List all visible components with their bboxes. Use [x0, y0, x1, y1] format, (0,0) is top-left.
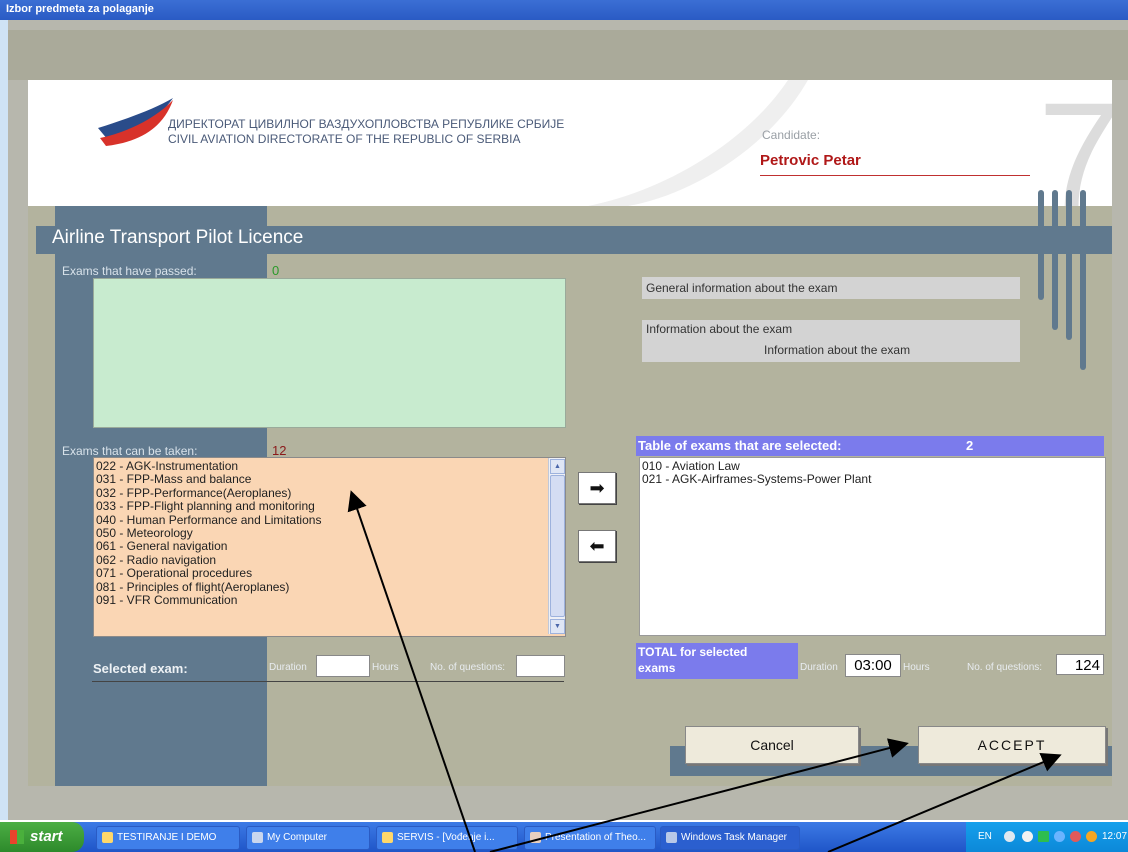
- accept-button[interactable]: ACCEPT: [918, 726, 1106, 764]
- selected-count: 2: [966, 438, 974, 453]
- selected-exam-item[interactable]: 010 - Aviation Law: [642, 459, 871, 473]
- total-label-line2: exams: [638, 661, 676, 675]
- decorative-bars: [1038, 190, 1086, 370]
- total-duration-field: 03:00: [845, 654, 901, 677]
- taskbar-item-presentation[interactable]: Presentation of Theo...: [524, 826, 656, 850]
- language-indicator[interactable]: EN: [978, 831, 992, 842]
- exam-info-value: Information about the exam: [764, 343, 911, 357]
- selected-exams-list[interactable]: 010 - Aviation Law 021 - AGK-Airframes-Sy…: [639, 457, 1106, 636]
- tray-status-icon[interactable]: [1038, 831, 1049, 842]
- selected-exam-label: Selected exam:: [93, 661, 188, 676]
- general-info-panel: General information about the exam: [642, 277, 1020, 299]
- app-icon: [382, 832, 393, 843]
- taskbar-item-testiranje[interactable]: TESTIRANJE I DEMO: [96, 826, 240, 850]
- computer-icon: [252, 832, 263, 843]
- tray-security-icon[interactable]: [1070, 831, 1081, 842]
- clock: 12:07: [1102, 831, 1128, 842]
- total-questions-label: No. of questions:: [967, 662, 1043, 673]
- selected-duration-field[interactable]: [316, 655, 370, 677]
- questions-label: No. of questions:: [430, 662, 506, 673]
- total-hours-label: Hours: [903, 662, 930, 673]
- org-name-cyrillic: ДИРЕКТОРАТ ЦИВИЛНОГ ВАЗДУХОПЛОВСТВА РЕПУ…: [168, 117, 565, 131]
- big-digit: 7: [1038, 80, 1112, 206]
- folder-icon: [102, 832, 113, 843]
- total-label-line1: TOTAL for selected: [638, 645, 748, 659]
- system-tray: EN 12:07: [966, 822, 1128, 852]
- header-banner: ДИРЕКТОРАТ ЦИВИЛНОГ ВАЗДУХОПЛОВСТВА РЕПУ…: [28, 80, 1112, 206]
- taskbar-item-task-manager[interactable]: Windows Task Manager: [660, 826, 800, 850]
- general-info-text: General information about the exam: [646, 281, 838, 295]
- start-button[interactable]: start: [0, 822, 84, 852]
- available-exam-item[interactable]: 032 - FPP-Performance(Aeroplanes): [96, 486, 321, 500]
- cancel-button[interactable]: Cancel: [685, 726, 859, 764]
- add-exam-button[interactable]: ➡: [578, 472, 616, 504]
- window-title: Izbor predmeta za polaganje: [6, 3, 154, 15]
- total-duration-label: Duration: [800, 662, 838, 673]
- arrow-right-icon: ➡: [589, 478, 605, 498]
- tray-shield-icon[interactable]: [1022, 831, 1033, 842]
- candidate-label: Candidate:: [762, 128, 821, 142]
- candidate-underline: [760, 175, 1030, 176]
- total-label-box: TOTAL for selected exams: [636, 643, 798, 679]
- available-count: 12: [272, 443, 287, 458]
- window-left-border: [0, 20, 8, 820]
- tray-network-icon[interactable]: [1004, 831, 1015, 842]
- passed-label: Exams that have passed:: [62, 264, 197, 278]
- total-questions-field: 124: [1056, 654, 1104, 675]
- available-exam-item[interactable]: 050 - Meteorology: [96, 526, 321, 540]
- available-exam-item[interactable]: 091 - VFR Communication: [96, 593, 321, 607]
- tray-update-icon[interactable]: [1086, 831, 1097, 842]
- presentation-icon: [530, 832, 541, 843]
- available-exam-item[interactable]: 033 - FPP-Flight planning and monitoring: [96, 499, 321, 513]
- scroll-up-icon[interactable]: ▲: [550, 459, 565, 474]
- header-top-band: [8, 30, 1128, 80]
- scroll-thumb[interactable]: [550, 475, 565, 617]
- selected-exam-item[interactable]: 021 - AGK-Airframes-Systems-Power Plant: [642, 472, 871, 486]
- available-label: Exams that can be taken:: [62, 444, 198, 458]
- org-name-english: CIVIL AVIATION DIRECTORATE OF THE REPUBL…: [168, 132, 521, 146]
- exam-info-label: Information about the exam: [646, 322, 793, 336]
- scroll-down-icon[interactable]: ▼: [550, 619, 565, 634]
- selected-questions-field[interactable]: [516, 655, 565, 677]
- arrow-left-icon: ⬅: [589, 536, 605, 556]
- available-exam-item[interactable]: 031 - FPP-Mass and balance: [96, 472, 321, 486]
- available-list-scrollbar[interactable]: ▲ ▼: [548, 458, 565, 634]
- selected-exam-divider: [92, 681, 564, 682]
- windows-logo-icon: [10, 830, 24, 844]
- start-label: start: [30, 828, 63, 845]
- exam-info-panel: Information about the exam Information a…: [642, 320, 1020, 362]
- candidate-name: Petrovic Petar: [760, 152, 861, 169]
- available-exam-item[interactable]: 040 - Human Performance and Limitations: [96, 513, 321, 527]
- window-titlebar[interactable]: Izbor predmeta za polaganje: [0, 0, 1128, 20]
- taskbar-item-servis[interactable]: SERVIS - [Vođenje i...: [376, 826, 518, 850]
- remove-exam-button[interactable]: ⬅: [578, 530, 616, 562]
- available-exam-item[interactable]: 071 - Operational procedures: [96, 566, 321, 580]
- duration-label: Duration: [269, 662, 307, 673]
- selected-exams-header: Table of exams that are selected: 2: [636, 436, 1104, 456]
- available-exam-item[interactable]: 062 - Radio navigation: [96, 553, 321, 567]
- available-exam-item[interactable]: 061 - General navigation: [96, 540, 321, 554]
- tray-app-icon[interactable]: [1054, 831, 1065, 842]
- taskbar-item-my-computer[interactable]: My Computer: [246, 826, 370, 850]
- selected-header-text: Table of exams that are selected:: [638, 438, 842, 453]
- available-exam-item[interactable]: 081 - Principles of flight(Aeroplanes): [96, 580, 321, 594]
- licence-title: Airline Transport Pilot Licence: [52, 227, 304, 248]
- available-exams-list[interactable]: 022 - AGK-Instrumentation 031 - FPP-Mass …: [93, 457, 566, 637]
- passed-count: 0: [272, 263, 280, 278]
- hours-label: Hours: [372, 662, 399, 673]
- available-exam-item[interactable]: 022 - AGK-Instrumentation: [96, 459, 321, 473]
- task-manager-icon: [666, 832, 677, 843]
- passed-exams-list[interactable]: [93, 278, 566, 428]
